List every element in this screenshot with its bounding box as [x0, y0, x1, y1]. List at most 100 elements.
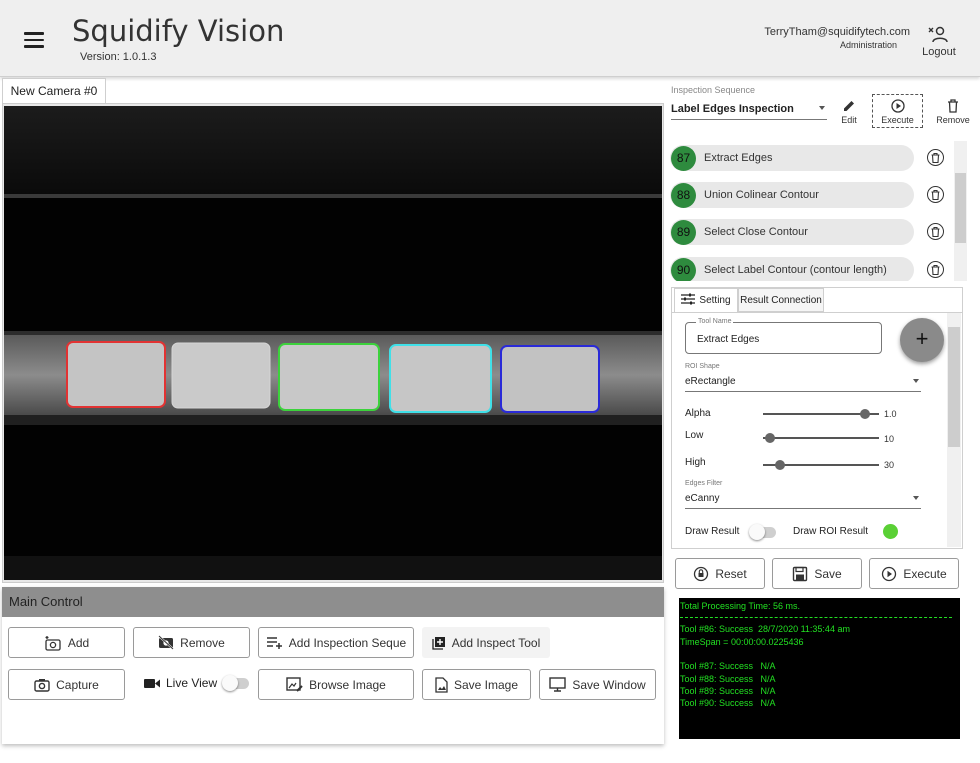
- edges-filter-select[interactable]: eCanny: [685, 491, 921, 509]
- add-inspect-tool-button[interactable]: Add Inspect Tool: [422, 627, 550, 658]
- step-list-scroll-thumb[interactable]: [955, 173, 966, 243]
- play-circle-icon: [890, 99, 905, 113]
- step-list-scrollbar[interactable]: [954, 141, 967, 281]
- tool-settings-scrollbar[interactable]: [947, 313, 961, 547]
- add-inspection-sequence-label: Add Inspection Seque: [288, 635, 407, 650]
- roi-shape-select[interactable]: eRectangle: [685, 374, 921, 392]
- step-item[interactable]: 89 Select Close Contour: [670, 219, 914, 245]
- console-line: Tool #88: Success N/A: [680, 673, 776, 684]
- browse-image-button[interactable]: Browse Image: [258, 669, 414, 700]
- execute-label: Execute: [903, 566, 947, 581]
- app-title: Squidify Vision: [72, 14, 285, 48]
- save-window-label: Save Window: [572, 677, 646, 692]
- alpha-value: 1.0: [884, 409, 897, 419]
- add-camera-button[interactable]: Add: [8, 627, 125, 658]
- step-number: 88: [671, 182, 696, 208]
- result-console: Total Processing Time: 56 ms. Tool #86: …: [679, 598, 960, 739]
- trash-icon: [931, 152, 940, 163]
- add-tool-fab[interactable]: +: [900, 318, 944, 362]
- chevron-down-icon: [913, 379, 919, 383]
- label-panels: [66, 341, 600, 413]
- step-number: 87: [671, 145, 696, 171]
- delete-step-button[interactable]: [927, 149, 944, 166]
- add-box-icon: [432, 636, 445, 650]
- execute-sequence-button[interactable]: Execute: [872, 94, 923, 128]
- user-role: Administration: [839, 40, 897, 50]
- trash-icon: [931, 226, 940, 237]
- console-separator: [680, 617, 952, 619]
- tool-settings-scroll-thumb[interactable]: [948, 327, 960, 447]
- chevron-down-icon: [913, 496, 919, 500]
- low-value: 10: [884, 434, 895, 444]
- inspection-sequence-select[interactable]: Label Edges Inspection: [671, 100, 827, 120]
- camera-image: [4, 106, 662, 580]
- inspection-sequence-caption: Inspection Sequence: [671, 85, 756, 95]
- draw-roi-indicator[interactable]: [883, 524, 898, 539]
- logout-button[interactable]: Logout: [920, 26, 958, 58]
- monitor-icon: [549, 677, 567, 692]
- step-label: Select Close Contour: [704, 226, 808, 238]
- live-view-toggle[interactable]: [222, 674, 250, 691]
- save-image-button[interactable]: Save Image: [422, 669, 531, 700]
- app-header: Squidify Vision Version: 1.0.1.3 TerryTh…: [0, 0, 980, 77]
- menu-icon[interactable]: [24, 32, 44, 48]
- alpha-slider[interactable]: [763, 408, 879, 420]
- inspection-step-list: 87 Extract Edges 88 Union Colinear Conto…: [670, 141, 968, 281]
- roi-shape-caption: ROI Shape: [685, 363, 720, 370]
- camera-view[interactable]: [4, 106, 662, 580]
- capture-label: Capture: [56, 677, 99, 692]
- image-edit-icon: [286, 677, 303, 692]
- console-line: Tool #87: Success N/A: [680, 661, 776, 672]
- reset-label: Reset: [715, 566, 747, 581]
- label-contour: [66, 341, 166, 408]
- tab-setting[interactable]: Setting: [674, 288, 738, 312]
- tool-name-field[interactable]: Tool Name Extract Edges: [685, 318, 882, 354]
- save-button[interactable]: Save: [772, 558, 862, 589]
- trash-icon: [931, 264, 940, 275]
- add-camera-icon: [45, 635, 61, 651]
- inspection-sequence-value: Label Edges Inspection: [671, 103, 794, 115]
- camera-icon: [34, 678, 50, 692]
- draw-result-toggle[interactable]: [749, 524, 776, 540]
- edit-label: Edit: [841, 115, 857, 125]
- tab-result-connection[interactable]: Result Connection: [738, 288, 824, 312]
- trash-icon: [931, 189, 940, 200]
- high-value: 30: [884, 460, 895, 470]
- label-contour: [500, 345, 600, 413]
- remove-camera-button[interactable]: Remove: [133, 627, 250, 658]
- edit-sequence-button[interactable]: Edit: [837, 96, 861, 125]
- save-window-button[interactable]: Save Window: [539, 669, 656, 700]
- edges-filter-caption: Edges Filter: [685, 480, 723, 487]
- user-email: TerryTham@squidifytech.com: [764, 26, 910, 38]
- roi-shape-value: eRectangle: [685, 376, 736, 387]
- add-inspection-sequence-button[interactable]: Add Inspection Seque: [258, 627, 414, 658]
- reset-button[interactable]: Reset: [675, 558, 765, 589]
- delete-step-button[interactable]: [927, 261, 944, 278]
- step-item[interactable]: 87 Extract Edges: [670, 145, 914, 171]
- delete-step-button[interactable]: [927, 223, 944, 240]
- console-line: Tool #86: Success 28/7/2020 11:35:44 am: [680, 624, 850, 635]
- tool-settings-panel: Setting Result Connection Tool Name Extr…: [671, 287, 963, 549]
- remove-sequence-button[interactable]: Remove: [934, 96, 972, 125]
- draw-roi-label: Draw ROI Result: [793, 526, 869, 537]
- save-label: Save: [814, 566, 842, 581]
- high-slider[interactable]: [763, 459, 879, 471]
- step-item[interactable]: 88 Union Colinear Contour: [670, 182, 914, 208]
- remove-camera-label: Remove: [180, 635, 225, 650]
- execute-button[interactable]: Execute: [869, 558, 959, 589]
- tune-icon: [681, 293, 696, 305]
- low-label: Low: [685, 430, 704, 441]
- logout-label: Logout: [922, 46, 956, 58]
- step-item[interactable]: 90 Select Label Contour (contour length): [670, 257, 914, 281]
- main-control-title: Main Control: [2, 587, 664, 617]
- remove-sequence-label: Remove: [936, 115, 970, 125]
- capture-button[interactable]: Capture: [8, 669, 125, 700]
- label-contour: [171, 342, 271, 409]
- low-slider[interactable]: [763, 432, 879, 444]
- save-image-label: Save Image: [453, 677, 519, 692]
- tool-name-caption: Tool Name: [696, 318, 734, 325]
- delete-step-button[interactable]: [927, 186, 944, 203]
- edges-filter-value: eCanny: [685, 493, 720, 504]
- tab-camera[interactable]: New Camera #0: [2, 78, 106, 103]
- floppy-disk-icon: [793, 566, 808, 581]
